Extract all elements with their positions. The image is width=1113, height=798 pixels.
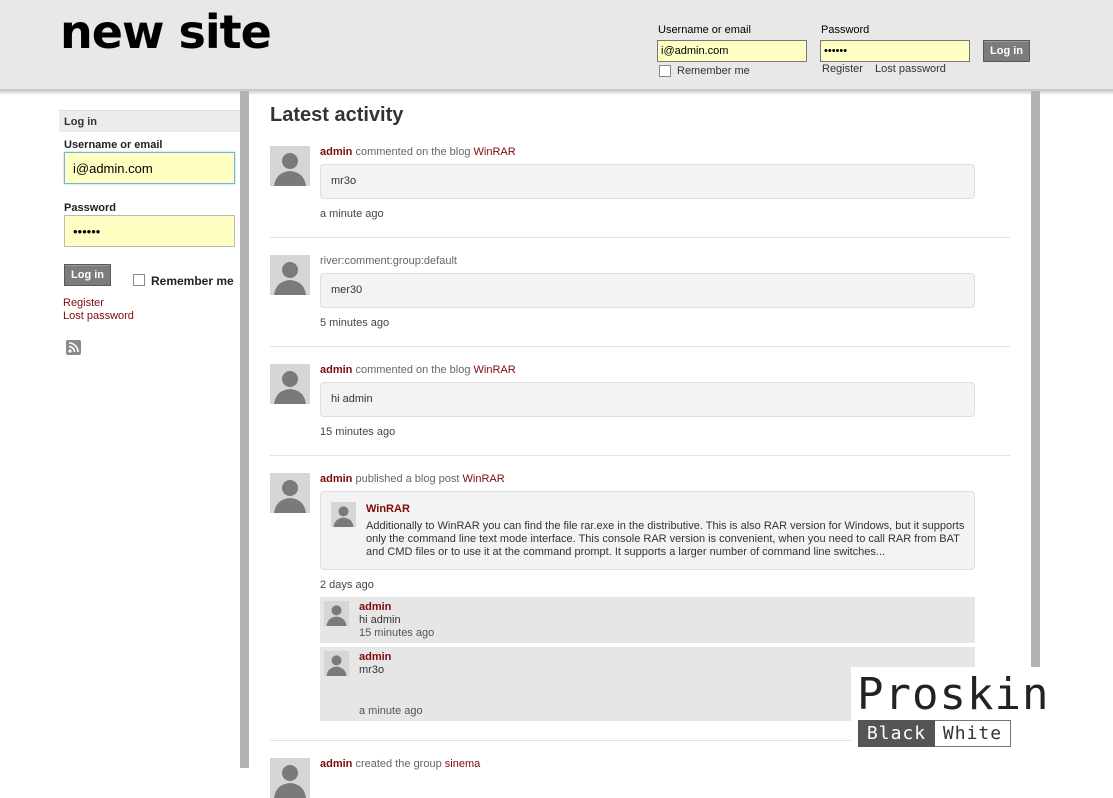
header-shadow	[0, 90, 1113, 95]
comment-text: hi admin	[359, 614, 401, 626]
river-summary: admin commented on the blog WinRAR	[320, 146, 516, 158]
river-action: commented on the blog	[355, 364, 471, 376]
river-user-link[interactable]: admin	[320, 473, 352, 485]
header-username-input[interactable]	[657, 40, 807, 62]
header-password-label: Password	[821, 24, 870, 36]
sidebar-remember-checkbox[interactable]	[133, 274, 145, 286]
watermark-black-label: Black	[858, 720, 935, 747]
river-user-link[interactable]: admin	[320, 146, 352, 158]
sidebar-login-title: Log in	[59, 110, 240, 132]
river-summary: admin commented on the blog WinRAR	[320, 364, 516, 376]
river-timestamp: 5 minutes ago	[320, 317, 390, 329]
page-title: Latest activity	[270, 104, 404, 126]
user-avatar[interactable]	[270, 364, 310, 404]
header-password-input[interactable]	[820, 40, 970, 62]
header-login-button[interactable]: Log in	[983, 40, 1030, 62]
sidebar-username-label: Username or email	[64, 139, 163, 151]
river-action: river:comment:group:default	[320, 255, 457, 267]
user-avatar[interactable]	[270, 758, 310, 798]
user-avatar[interactable]	[270, 473, 310, 513]
comment-timestamp: 15 minutes ago	[359, 627, 435, 639]
blog-post-title-link[interactable]: WinRAR	[366, 503, 410, 515]
site-header: new site Username or email Remember me P…	[0, 0, 1113, 90]
user-avatar-small[interactable]	[324, 601, 349, 626]
user-avatar-small[interactable]	[331, 502, 356, 527]
site-title[interactable]: new site	[60, 4, 272, 60]
river-summary: admin published a blog post WinRAR	[320, 473, 505, 485]
proskin-watermark: Proskin Black White	[851, 667, 1113, 768]
river-target-link[interactable]: WinRAR	[463, 473, 505, 485]
river-target-link[interactable]: WinRAR	[474, 146, 516, 158]
river-divider	[270, 455, 1010, 456]
sidebar-password-input[interactable]	[64, 215, 235, 247]
river-divider	[270, 237, 1010, 238]
comment-bubble: mr3o	[320, 164, 975, 199]
comment-author-link[interactable]: admin	[359, 601, 391, 613]
comment-bubble: hi admin	[320, 382, 975, 417]
header-remember-checkbox[interactable]	[659, 65, 671, 77]
comment-timestamp: a minute ago	[359, 705, 423, 717]
river-timestamp: a minute ago	[320, 208, 384, 220]
river-action: commented on the blog	[355, 146, 471, 158]
river-target-link[interactable]: sinema	[445, 758, 480, 770]
river-user-link[interactable]: admin	[320, 364, 352, 376]
river-timestamp: 15 minutes ago	[320, 426, 396, 438]
sidebar-password-label: Password	[64, 202, 116, 214]
comment-author-link[interactable]: admin	[359, 651, 391, 663]
header-register-link[interactable]: Register	[822, 63, 863, 75]
river-action: published a blog post	[355, 473, 460, 485]
river-divider	[270, 346, 1010, 347]
watermark-word: Proskin	[857, 669, 1050, 720]
user-avatar[interactable]	[270, 146, 310, 186]
river-action: created the group	[355, 758, 442, 770]
user-avatar-small[interactable]	[324, 651, 349, 676]
sidebar-register-link[interactable]: Register	[63, 297, 104, 309]
content-left-border	[240, 91, 249, 768]
river-summary: river:comment:group:default	[320, 255, 457, 267]
sidebar-username-input[interactable]	[64, 152, 235, 184]
user-avatar[interactable]	[270, 255, 310, 295]
comment-text: mr3o	[359, 664, 385, 676]
river-user-link[interactable]: admin	[320, 758, 352, 770]
blog-post-excerpt: Additionally to WinRAR you can find the …	[366, 520, 965, 558]
river-timestamp: 2 days ago	[320, 579, 374, 591]
header-username-label: Username or email	[658, 24, 751, 36]
sidebar-lost-password-link[interactable]: Lost password	[63, 310, 134, 322]
header-remember-label: Remember me	[677, 65, 750, 77]
watermark-white-label: White	[935, 720, 1011, 747]
river-target-link[interactable]: WinRAR	[474, 364, 516, 376]
sidebar-remember-label: Remember me	[151, 274, 234, 288]
river-summary: admin created the group sinema	[320, 758, 480, 770]
sidebar-login-button[interactable]: Log in	[64, 264, 111, 286]
rss-icon[interactable]	[66, 340, 81, 355]
comment-bubble: mer30	[320, 273, 975, 308]
header-lost-password-link[interactable]: Lost password	[875, 63, 946, 75]
